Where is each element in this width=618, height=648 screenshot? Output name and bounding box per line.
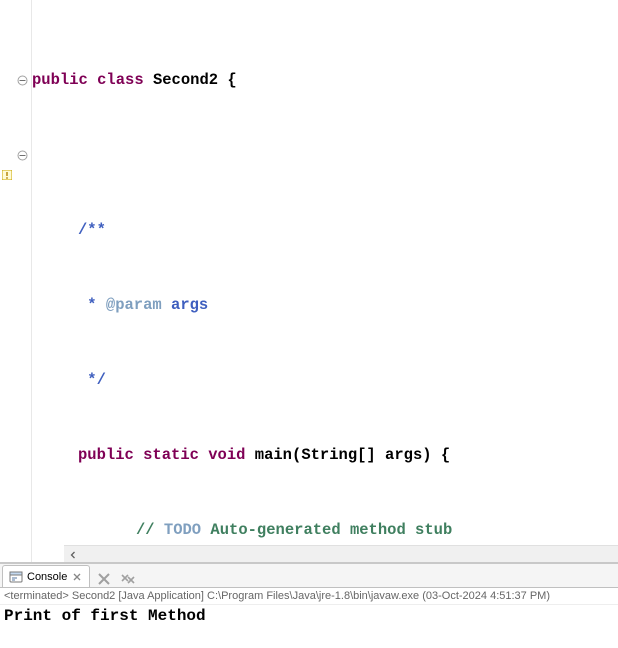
console-panel: Console <terminated> Second2 [Java Appli… (0, 562, 618, 627)
console-output[interactable]: Print of first Method (0, 605, 618, 627)
fold-toggle-icon[interactable] (17, 73, 28, 84)
horizontal-scrollbar[interactable] (64, 545, 618, 562)
code-line: // TODO Auto-generated method stub (32, 518, 618, 543)
code-area[interactable]: public class Second2 { /** * @param args… (32, 0, 618, 562)
close-icon[interactable] (71, 571, 83, 583)
tab-console[interactable]: Console (2, 565, 90, 587)
quickfix-marker[interactable] (2, 167, 12, 177)
console-status-line: <terminated> Second2 [Java Application] … (0, 588, 618, 605)
code-line: /** (32, 218, 618, 243)
code-line: public class Second2 { (32, 68, 618, 93)
scroll-left-icon[interactable] (64, 546, 81, 562)
remove-all-launches-icon[interactable] (120, 571, 136, 587)
console-tab-bar: Console (0, 564, 618, 588)
code-line: */ (32, 368, 618, 393)
code-line: public static void main(String[] args) { (32, 443, 618, 468)
code-line: * @param args (32, 293, 618, 318)
tab-console-label: Console (27, 571, 67, 583)
code-line (32, 143, 618, 168)
remove-launch-icon[interactable] (96, 571, 112, 587)
console-icon (9, 570, 23, 584)
code-editor-pane: public class Second2 { /** * @param args… (0, 0, 618, 562)
fold-toggle-icon[interactable] (17, 148, 28, 159)
fold-gutter (14, 0, 32, 562)
marker-gutter (0, 0, 14, 562)
